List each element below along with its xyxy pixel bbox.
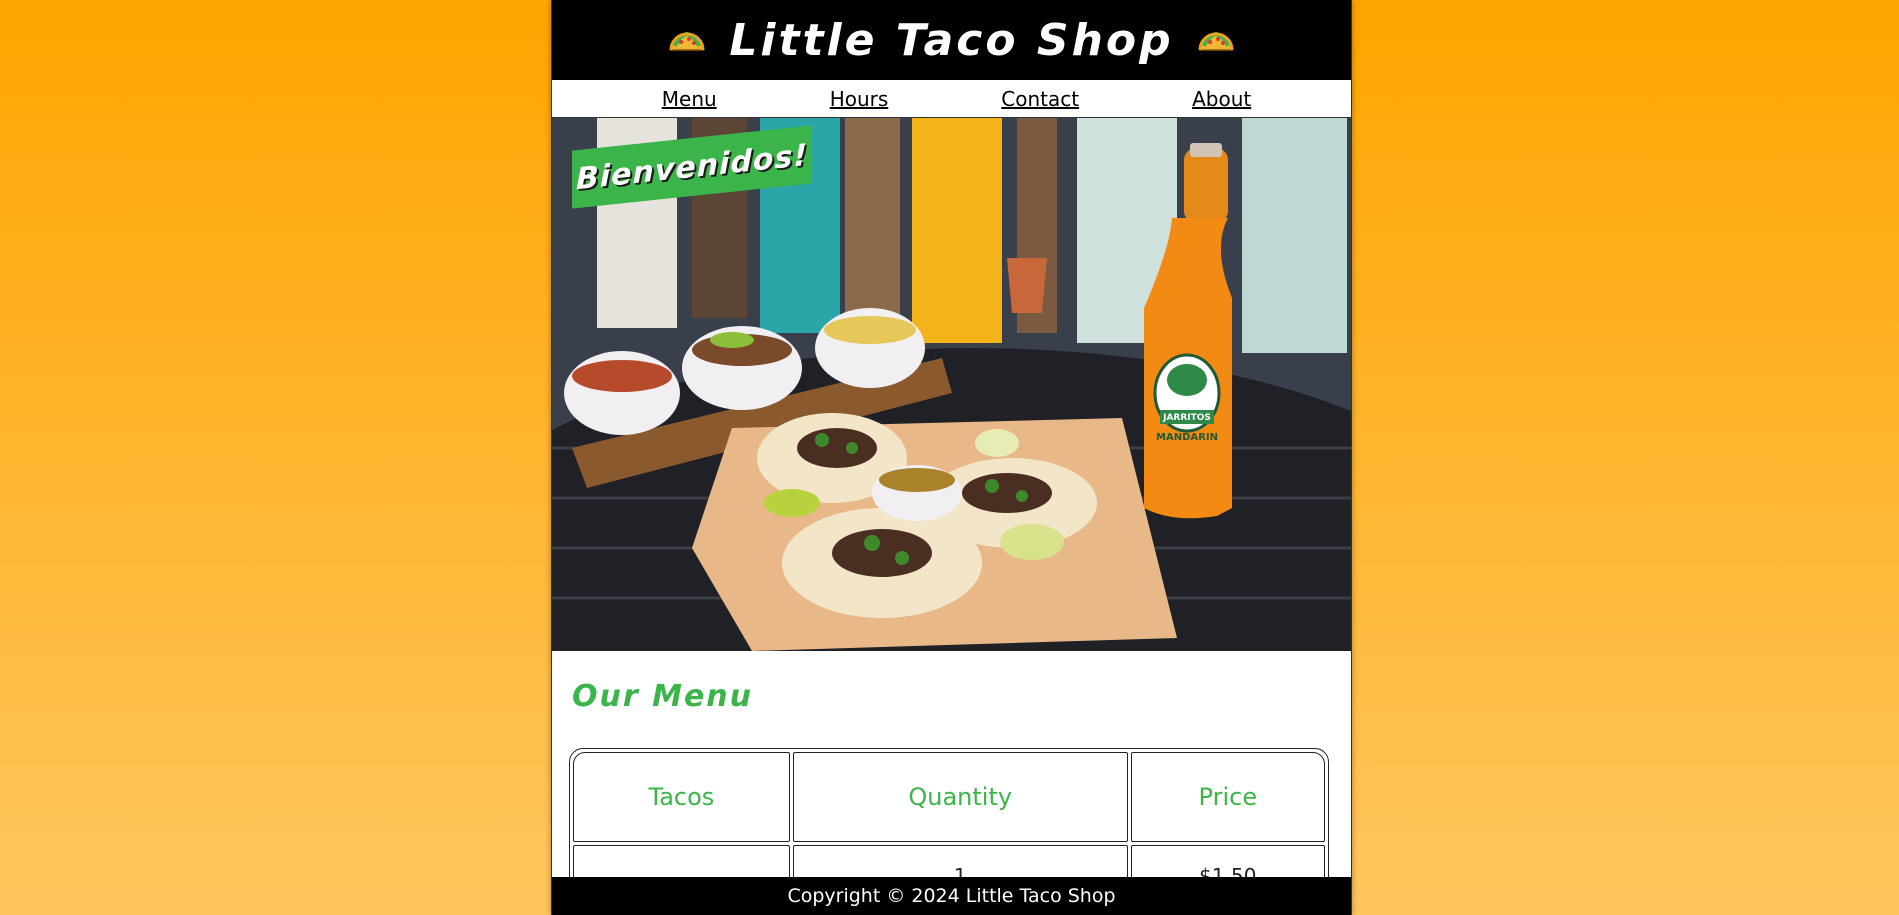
- column-header-quantity: Quantity: [792, 752, 1128, 842]
- bottle-label: JARRITOS: [1162, 413, 1211, 423]
- site-footer: Copyright © 2024 Little Taco Shop: [552, 877, 1351, 915]
- column-header-price: Price: [1130, 752, 1325, 842]
- site-title: Little Taco Shop: [729, 14, 1174, 66]
- taco-icon: [667, 20, 707, 60]
- nav-link-hours[interactable]: Hours: [830, 87, 889, 111]
- nav-link-menu[interactable]: Menu: [662, 87, 717, 111]
- menu-heading: Our Menu: [572, 679, 754, 714]
- nav-link-contact[interactable]: Contact: [1001, 87, 1079, 111]
- nav-link-about[interactable]: About: [1192, 87, 1251, 111]
- taco-icon: [1196, 20, 1236, 60]
- bottle-flavor: MANDARIN: [1156, 432, 1218, 443]
- site-header: Little Taco Shop: [552, 0, 1351, 80]
- page-container: Little Taco Shop Menu Hours Contact Abou…: [551, 0, 1352, 915]
- copyright-text: Copyright © 2024 Little Taco Shop: [787, 885, 1116, 907]
- column-header-tacos: Tacos: [573, 752, 790, 842]
- table-header-row: Tacos Quantity Price: [573, 752, 1325, 842]
- hero-image: JARRITOS MANDARIN Bienvenidos!: [552, 118, 1351, 651]
- main-nav: Menu Hours Contact About: [552, 80, 1351, 118]
